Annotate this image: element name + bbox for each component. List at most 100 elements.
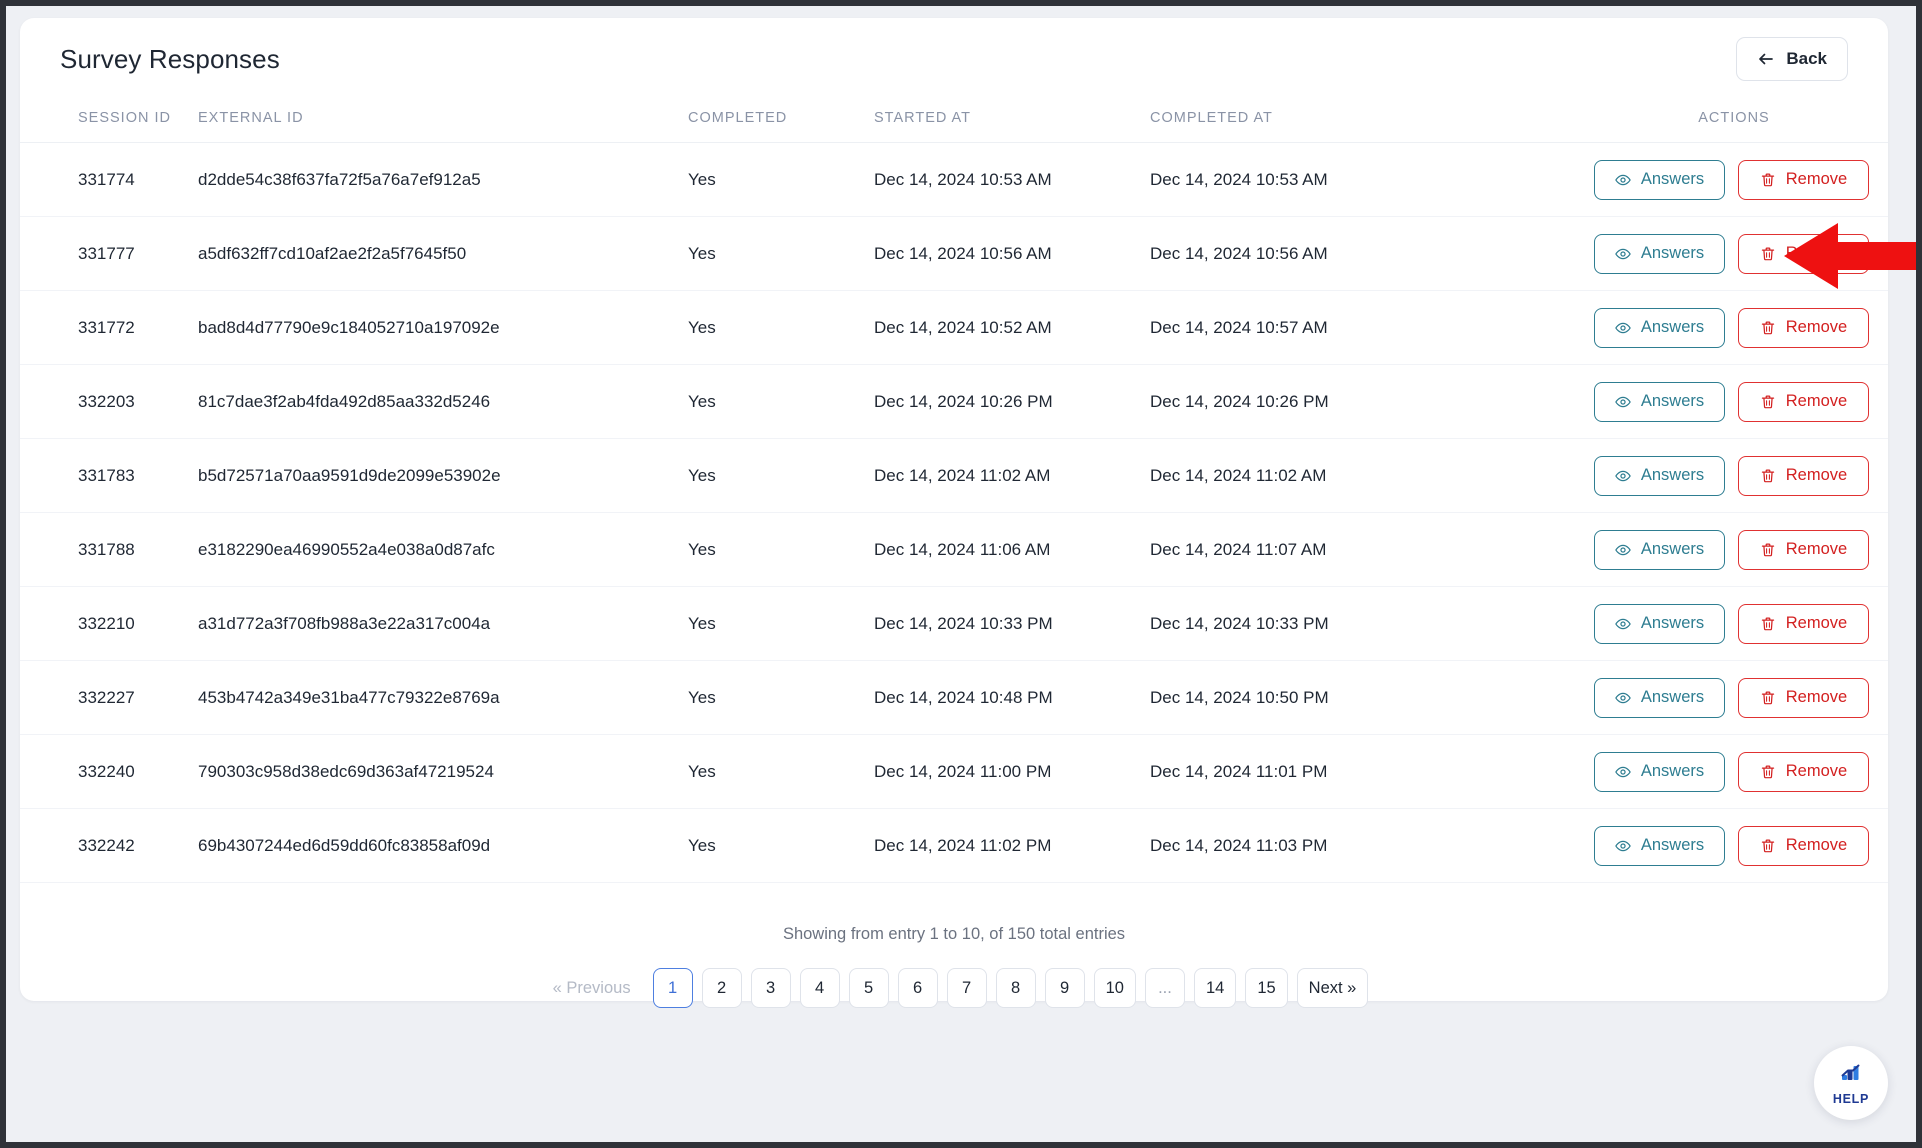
pagination-previous[interactable]: « Previous bbox=[540, 968, 644, 1008]
pagination-page-14[interactable]: 14 bbox=[1193, 968, 1237, 1008]
pagination-page-15[interactable]: 15 bbox=[1245, 968, 1288, 1008]
cell-actions: Answers Remove bbox=[1580, 512, 1888, 587]
back-button-label: Back bbox=[1786, 49, 1827, 68]
row-actions: Answers Remove bbox=[1580, 233, 1888, 274]
cell-started-at: Dec 14, 2024 10:52 AM bbox=[874, 290, 1150, 365]
table-header-row: SESSION ID EXTERNAL ID COMPLETED STARTED… bbox=[20, 100, 1888, 143]
cell-completed: Yes bbox=[688, 512, 874, 587]
eye-icon bbox=[1615, 616, 1631, 632]
answers-button-label: Answers bbox=[1640, 392, 1705, 410]
remove-button[interactable]: Remove bbox=[1738, 751, 1869, 792]
eye-icon bbox=[1615, 838, 1631, 854]
card-header: Survey Responses Back bbox=[20, 18, 1888, 100]
cell-started-at: Dec 14, 2024 11:02 AM bbox=[874, 438, 1150, 513]
cell-external-id: d2dde54c38f637fa72f5a76a7ef912a5 bbox=[198, 142, 688, 217]
pagination-page-7[interactable]: 7 bbox=[946, 968, 987, 1008]
remove-button[interactable]: Remove bbox=[1738, 603, 1869, 644]
table-row: 332210 a31d772a3f708fb988a3e22a317c004a Ye… bbox=[20, 586, 1888, 661]
answers-button-label: Answers bbox=[1640, 170, 1705, 188]
remove-button-label: Remove bbox=[1785, 392, 1848, 410]
answers-button[interactable]: Answers bbox=[1594, 529, 1725, 570]
cell-session-id: 332227 bbox=[20, 660, 198, 735]
remove-button[interactable]: Remove bbox=[1738, 381, 1869, 422]
row-actions: Answers Remove bbox=[1580, 307, 1888, 348]
trash-icon bbox=[1760, 320, 1776, 336]
cell-external-id: 453b4742a349e31ba477c79322e8769a bbox=[198, 660, 688, 735]
table-head: SESSION ID EXTERNAL ID COMPLETED STARTED… bbox=[20, 100, 1888, 143]
remove-button[interactable]: Remove bbox=[1738, 233, 1869, 274]
cell-completed-at: Dec 14, 2024 11:01 PM bbox=[1150, 734, 1580, 809]
pagination-page-8[interactable]: 8 bbox=[995, 968, 1036, 1008]
cell-started-at: Dec 14, 2024 10:33 PM bbox=[874, 586, 1150, 661]
cell-completed-at: Dec 14, 2024 10:26 PM bbox=[1150, 364, 1580, 439]
answers-button[interactable]: Answers bbox=[1594, 677, 1725, 718]
row-actions: Answers Remove bbox=[1580, 159, 1888, 200]
remove-button-label: Remove bbox=[1785, 244, 1848, 262]
cell-external-id: 790303c958d38edc69d363af47219524 bbox=[198, 734, 688, 809]
pagination-page-1[interactable]: 1 bbox=[652, 968, 693, 1008]
cell-completed: Yes bbox=[688, 216, 874, 291]
cell-completed: Yes bbox=[688, 290, 874, 365]
answers-button[interactable]: Answers bbox=[1594, 307, 1725, 348]
cell-actions: Answers Remove bbox=[1580, 438, 1888, 513]
page-title: Survey Responses bbox=[60, 43, 280, 74]
row-actions: Answers Remove bbox=[1580, 677, 1888, 718]
answers-button-label: Answers bbox=[1640, 688, 1705, 706]
pagination-page-6[interactable]: 6 bbox=[897, 968, 938, 1008]
back-button[interactable]: Back bbox=[1736, 37, 1848, 81]
column-header-session-id: SESSION ID bbox=[20, 100, 198, 143]
cell-completed-at: Dec 14, 2024 10:57 AM bbox=[1150, 290, 1580, 365]
showing-entries-text: Showing from entry 1 to 10, of 150 total… bbox=[782, 925, 1126, 943]
answers-button[interactable]: Answers bbox=[1594, 233, 1725, 274]
trash-icon bbox=[1760, 690, 1776, 706]
row-actions: Answers Remove bbox=[1580, 751, 1888, 792]
trash-icon bbox=[1760, 172, 1776, 188]
survey-responses-card: Survey Responses Back SESSION ID EXTERNA… bbox=[20, 18, 1888, 1008]
answers-button[interactable]: Answers bbox=[1594, 381, 1725, 422]
row-actions: Answers Remove bbox=[1580, 529, 1888, 570]
cell-completed: Yes bbox=[688, 586, 874, 661]
answers-button[interactable]: Answers bbox=[1594, 751, 1725, 792]
answers-button[interactable]: Answers bbox=[1594, 159, 1725, 200]
trash-icon bbox=[1760, 838, 1776, 854]
trash-icon bbox=[1760, 468, 1776, 484]
answers-button[interactable]: Answers bbox=[1594, 825, 1725, 866]
pagination-page-5[interactable]: 5 bbox=[848, 968, 889, 1008]
pagination-page-9[interactable]: 9 bbox=[1044, 968, 1085, 1008]
table-row: 332227 453b4742a349e31ba477c79322e8769a Ye… bbox=[20, 660, 1888, 735]
pagination-page-3[interactable]: 3 bbox=[750, 968, 791, 1008]
cell-session-id: 331777 bbox=[20, 216, 198, 291]
table-row: 331774 d2dde54c38f637fa72f5a76a7ef912a5 Ye… bbox=[20, 142, 1888, 217]
cell-session-id: 332210 bbox=[20, 586, 198, 661]
responses-table: SESSION ID EXTERNAL ID COMPLETED STARTED… bbox=[20, 100, 1888, 883]
help-button-label: HELP bbox=[1832, 1092, 1870, 1106]
cell-external-id: b5d72571a70aa9591d9de2099e53902e bbox=[198, 438, 688, 513]
remove-button[interactable]: Remove bbox=[1738, 455, 1869, 496]
help-button[interactable]: HELP bbox=[1814, 1046, 1888, 1120]
cell-completed-at: Dec 14, 2024 11:03 PM bbox=[1150, 808, 1580, 883]
table-row: 332240 790303c958d38edc69d363af47219524 Ye… bbox=[20, 734, 1888, 809]
remove-button[interactable]: Remove bbox=[1738, 825, 1869, 866]
table-row: 332242 69b4307244ed6d59dd60fc83858af09d Ye… bbox=[20, 808, 1888, 883]
pagination-next[interactable]: Next » bbox=[1296, 968, 1369, 1008]
answers-button-label: Answers bbox=[1640, 614, 1705, 632]
pagination-page-4[interactable]: 4 bbox=[799, 968, 840, 1008]
table-row: 332203 81c7dae3f2ab4fda492d85aa332d5246 Ye… bbox=[20, 364, 1888, 439]
answers-button[interactable]: Answers bbox=[1594, 455, 1725, 496]
pagination-page-2[interactable]: 2 bbox=[701, 968, 742, 1008]
pagination-ellipsis: ... bbox=[1144, 968, 1185, 1008]
cell-completed: Yes bbox=[688, 364, 874, 439]
pagination: « Previous 1 2 3 4 5 6 7 8 9 10... 14 15 Next » bbox=[20, 968, 1888, 1008]
remove-button[interactable]: Remove bbox=[1738, 677, 1869, 718]
answers-button[interactable]: Answers bbox=[1594, 603, 1725, 644]
pagination-page-10[interactable]: 10 bbox=[1093, 968, 1136, 1008]
eye-icon bbox=[1615, 468, 1631, 484]
cell-completed: Yes bbox=[688, 734, 874, 809]
eye-icon bbox=[1615, 246, 1631, 262]
cell-started-at: Dec 14, 2024 10:53 AM bbox=[874, 142, 1150, 217]
cell-session-id: 331772 bbox=[20, 290, 198, 365]
cell-started-at: Dec 14, 2024 10:56 AM bbox=[874, 216, 1150, 291]
remove-button[interactable]: Remove bbox=[1738, 159, 1869, 200]
remove-button[interactable]: Remove bbox=[1738, 307, 1869, 348]
remove-button[interactable]: Remove bbox=[1738, 529, 1869, 570]
